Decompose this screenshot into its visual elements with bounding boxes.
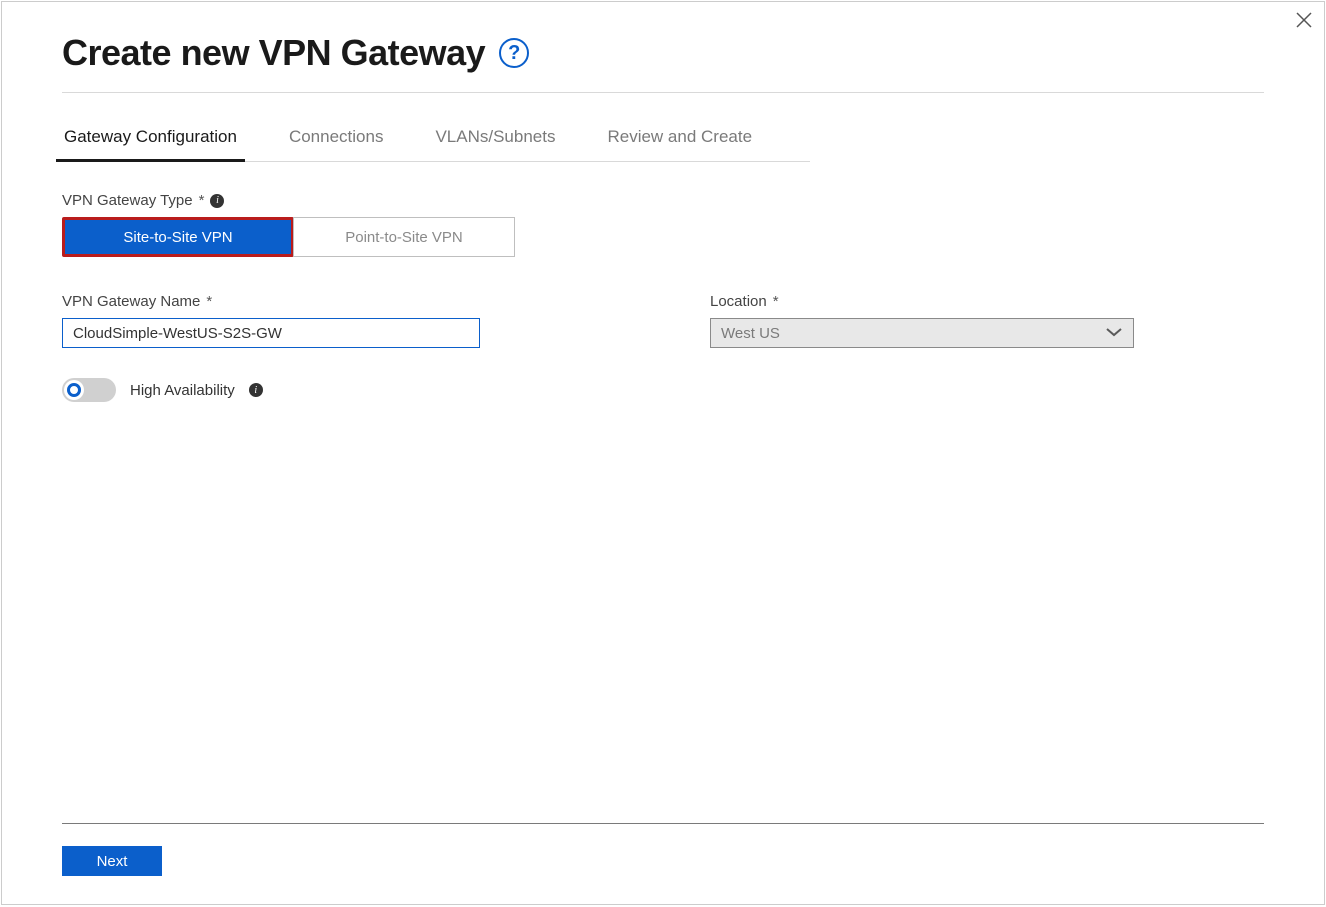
close-button[interactable] [1290, 6, 1318, 34]
info-icon[interactable]: i [249, 383, 263, 397]
location-label-text: Location [710, 293, 767, 310]
required-marker: * [199, 192, 205, 209]
create-vpn-gateway-modal: Create new VPN Gateway ? Gateway Configu… [1, 1, 1325, 905]
tab-vlans-subnets[interactable]: VLANs/Subnets [433, 121, 557, 161]
toggle-knob-icon [64, 380, 84, 400]
help-icon: ? [508, 42, 520, 65]
info-icon[interactable]: i [210, 194, 224, 208]
wizard-footer: Next [62, 823, 1264, 876]
chevron-down-icon [1105, 325, 1123, 342]
footer-divider [62, 823, 1264, 824]
vpn-type-highlight: Site-to-Site VPN [62, 217, 294, 257]
vpn-gateway-name-input[interactable] [62, 318, 480, 348]
location-selected-value: West US [721, 325, 780, 342]
next-button[interactable]: Next [62, 846, 162, 876]
required-marker: * [206, 293, 212, 310]
location-label: Location * [710, 293, 1134, 310]
close-icon [1295, 11, 1313, 29]
tab-review-and-create[interactable]: Review and Create [605, 121, 754, 161]
location-select[interactable]: West US [710, 318, 1134, 348]
tab-gateway-configuration[interactable]: Gateway Configuration [62, 121, 239, 161]
site-to-site-vpn-option[interactable]: Site-to-Site VPN [65, 220, 291, 254]
page-title: Create new VPN Gateway [62, 32, 485, 74]
tab-connections[interactable]: Connections [287, 121, 386, 161]
vpn-gateway-name-label-text: VPN Gateway Name [62, 293, 200, 310]
point-to-site-vpn-option[interactable]: Point-to-Site VPN [293, 217, 515, 257]
vpn-gateway-type-label: VPN Gateway Type * i [62, 192, 1264, 209]
wizard-tabs: Gateway Configuration Connections VLANs/… [62, 121, 810, 162]
vpn-gateway-type-label-text: VPN Gateway Type [62, 192, 193, 209]
required-marker: * [773, 293, 779, 310]
high-availability-toggle[interactable] [62, 378, 116, 402]
vpn-gateway-name-label: VPN Gateway Name * [62, 293, 480, 310]
high-availability-label: High Availability [130, 382, 235, 399]
title-divider [62, 92, 1264, 93]
help-button[interactable]: ? [499, 38, 529, 68]
